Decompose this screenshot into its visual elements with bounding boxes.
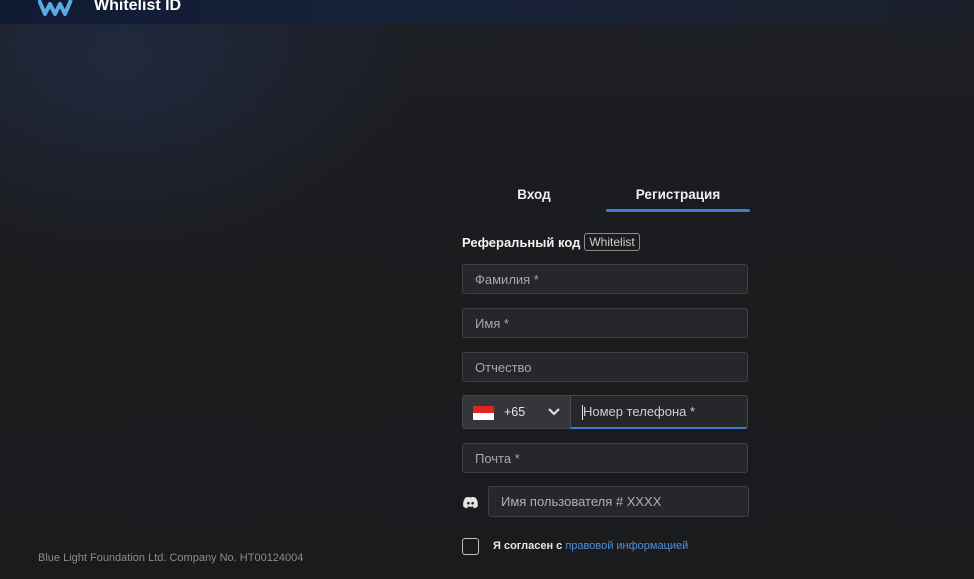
legal-info-link[interactable]: правовой информацией [565,540,688,552]
referral-code-badge: Whitelist [584,233,640,251]
middle-name-field[interactable] [462,352,748,382]
consent-label: Я согласен с [493,540,563,552]
first-name-field[interactable] [462,308,748,338]
phone-country-select[interactable]: +65 [462,395,570,429]
brand-title: Whitelist ID [94,0,182,14]
dial-code: +65 [504,405,526,419]
consent-text: Я согласен с правовой информацией [493,540,688,552]
discord-username-input[interactable] [489,487,748,516]
tab-login[interactable]: Вход [462,180,606,210]
discord-username-field[interactable] [488,486,749,517]
footer-company: Blue Light Foundation Ltd. Company No. H… [38,552,304,564]
whitelist-logo-icon [38,0,73,16]
last-name-input[interactable] [463,265,747,293]
text-caret [582,405,583,420]
consent-checkbox[interactable] [462,538,479,555]
email-input[interactable] [463,444,747,472]
chevron-down-icon [548,408,560,416]
phone-input[interactable] [571,396,747,427]
phone-field[interactable] [570,395,748,429]
singapore-flag-icon [473,406,494,420]
auth-tabs: Вход Регистрация [462,180,750,212]
last-name-field[interactable] [462,264,748,294]
referral-label: Реферальный код [462,234,581,250]
active-tab-indicator [606,209,750,212]
page: Whitelist ID Вход Регистрация Реферальны… [0,0,974,579]
referral-code: Реферальный код Whitelist [462,232,640,252]
email-field[interactable] [462,443,748,473]
tab-register[interactable]: Регистрация [606,180,750,210]
middle-name-input[interactable] [463,353,747,381]
discord-icon [463,497,478,509]
top-bar: Whitelist ID [0,0,974,24]
first-name-input[interactable] [463,309,747,337]
